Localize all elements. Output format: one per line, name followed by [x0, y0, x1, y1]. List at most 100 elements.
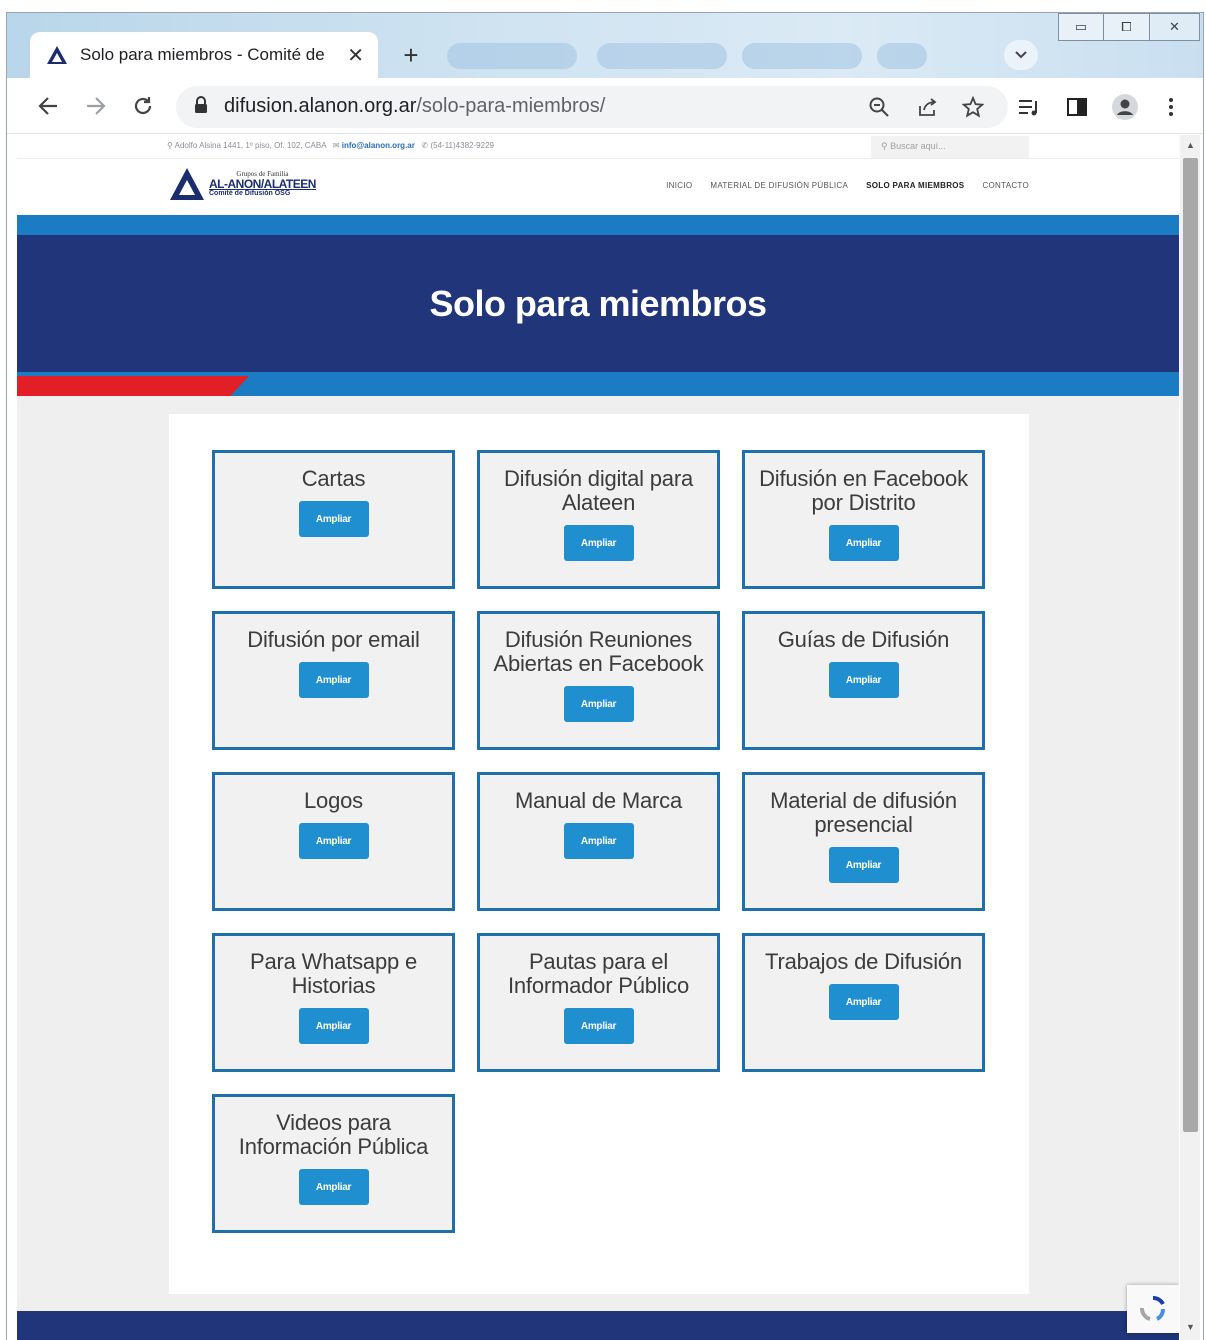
- maximize-window-button[interactable]: ⧠: [1104, 13, 1150, 41]
- ampliar-button[interactable]: Ampliar: [563, 823, 634, 859]
- resource-title: Cartas: [301, 466, 366, 491]
- content-card: Cartas Ampliar Difusión digital para Ala…: [169, 414, 1029, 1294]
- back-button[interactable]: [32, 90, 64, 122]
- alanon-triangle-icon: [47, 46, 67, 64]
- menu-item-contacto[interactable]: CONTACTO: [982, 181, 1029, 190]
- ampliar-button[interactable]: Ampliar: [298, 1169, 369, 1205]
- contact-info: ⚲ Adolfo Alsina 1441, 1º piso, Of. 102, …: [167, 141, 494, 150]
- browser-tab[interactable]: Solo para miembros - Comité de ✕: [30, 32, 378, 78]
- site-header: Grupos de Familia AL-ANON/ALATEEN Comité…: [17, 159, 1179, 215]
- site-footer: [17, 1311, 1179, 1340]
- logo-text: Grupos de Familia AL-ANON/ALATEEN Comité…: [209, 171, 316, 198]
- ampliar-button[interactable]: Ampliar: [828, 662, 899, 698]
- bookmark-button[interactable]: [958, 92, 988, 122]
- resource-card: Logos Ampliar: [212, 772, 455, 911]
- resource-card: Material de difusión presencial Ampliar: [742, 772, 985, 911]
- reload-button[interactable]: [127, 90, 159, 122]
- menu-item-solo-miembros[interactable]: SOLO PARA MIEMBROS: [866, 181, 964, 190]
- ampliar-button[interactable]: Ampliar: [828, 984, 899, 1020]
- resource-title: Difusión en Facebook por Distrito: [759, 466, 968, 515]
- forward-arrow-icon: [87, 97, 106, 115]
- minimize-window-button[interactable]: ▭: [1058, 13, 1104, 41]
- star-icon: [962, 96, 984, 118]
- resource-card: Difusión por email Ampliar: [212, 611, 455, 750]
- recaptcha-badge[interactable]: [1127, 1285, 1179, 1333]
- scrollbar-thumb[interactable]: [1183, 158, 1198, 1132]
- side-panel-button[interactable]: [1062, 92, 1092, 122]
- back-arrow-icon: [38, 97, 57, 115]
- ampliar-button[interactable]: Ampliar: [563, 1008, 634, 1044]
- resource-card: Difusión digital para Alateen Ampliar: [477, 450, 720, 589]
- side-panel-icon: [1067, 98, 1087, 116]
- recaptcha-icon: [1140, 1296, 1165, 1321]
- hero-red-accent: [17, 376, 249, 396]
- menu-item-material-difusion[interactable]: MATERIAL DE DIFUSIÓN PÚBLICA: [710, 181, 848, 190]
- resource-title: Para Whatsapp e Historias: [250, 949, 417, 998]
- main-menu: INICIO MATERIAL DE DIFUSIÓN PÚBLICA SOLO…: [666, 181, 1029, 190]
- resource-title: Videos para Información Pública: [238, 1110, 429, 1159]
- mail-icon: ✉: [332, 141, 340, 150]
- resource-card: Videos para Información Pública Ampliar: [212, 1094, 455, 1233]
- ampliar-button[interactable]: Ampliar: [298, 823, 369, 859]
- search-placeholder: Buscar aquí...: [890, 141, 946, 151]
- ampliar-button[interactable]: Ampliar: [298, 662, 369, 698]
- scroll-up-icon[interactable]: ▲: [1183, 140, 1198, 154]
- resource-card: Trabajos de Difusión Ampliar: [742, 933, 985, 1072]
- tab-close-icon[interactable]: ✕: [347, 43, 364, 68]
- tab-title: Solo para miembros - Comité de: [80, 45, 325, 64]
- forward-button[interactable]: [80, 90, 112, 122]
- resource-title: Manual de Marca: [515, 788, 682, 813]
- ampliar-button[interactable]: Ampliar: [563, 686, 634, 722]
- zoom-button[interactable]: [864, 92, 894, 122]
- chevron-down-icon: [1015, 51, 1027, 59]
- logo-main: AL-ANON/ALATEEN: [209, 177, 316, 191]
- ampliar-button[interactable]: Ampliar: [828, 847, 899, 883]
- ampliar-button[interactable]: Ampliar: [298, 1008, 369, 1044]
- menu-item-inicio[interactable]: INICIO: [666, 181, 692, 190]
- url-path: /solo-para-miembros/: [416, 95, 606, 117]
- kebab-menu-icon: [1169, 98, 1173, 116]
- resource-title: Trabajos de Difusión: [765, 949, 962, 974]
- browser-menu-button[interactable]: [1156, 92, 1186, 122]
- phone-icon: ✆: [421, 141, 429, 150]
- address-text: ⚲ Adolfo Alsina 1441, 1º piso, Of. 102, …: [167, 141, 327, 150]
- search-icon: ⚲: [881, 141, 888, 151]
- resource-card: Difusión en Facebook por Distrito Amplia…: [742, 450, 985, 589]
- zoom-out-icon: [869, 97, 889, 117]
- resource-title: Difusión por email: [247, 627, 420, 652]
- site-search-input[interactable]: ⚲ Buscar aquí...: [871, 136, 1029, 158]
- resource-title: Difusión digital para Alateen: [503, 466, 694, 515]
- site-logo[interactable]: Grupos de Familia AL-ANON/ALATEEN Comité…: [169, 167, 316, 201]
- phone-text: (54-11)4382-9229: [430, 141, 494, 150]
- url-text[interactable]: difusion.alanon.org.ar/solo-para-miembro…: [224, 95, 605, 118]
- lock-icon: [195, 96, 207, 113]
- resource-grid: Cartas Ampliar Difusión digital para Ala…: [212, 450, 987, 1233]
- ampliar-button[interactable]: Ampliar: [828, 525, 899, 561]
- resource-title: Guías de Difusión: [777, 627, 950, 652]
- tab-search-button[interactable]: [1004, 40, 1038, 70]
- url-host: difusion.alanon.org.ar: [224, 95, 417, 117]
- resource-card: Guías de Difusión Ampliar: [742, 611, 985, 750]
- resource-title: Material de difusión presencial: [770, 788, 957, 837]
- resource-title: Pautas para el Informador Público: [507, 949, 690, 998]
- window-controls: ▭ ⧠ ✕: [1058, 13, 1200, 43]
- share-button[interactable]: [912, 92, 942, 122]
- avatar-icon: [1112, 94, 1138, 120]
- ampliar-button[interactable]: Ampliar: [563, 525, 634, 561]
- resource-title: Logos: [304, 788, 363, 813]
- scroll-down-icon[interactable]: ▼: [1183, 1322, 1198, 1336]
- profile-button[interactable]: [1110, 92, 1140, 122]
- logo-sub: Comité de Difusión OSG: [209, 190, 291, 197]
- resource-card: Pautas para el Informador Público Amplia…: [477, 933, 720, 1072]
- new-tab-button[interactable]: +: [396, 40, 426, 70]
- resource-card: Cartas Ampliar: [212, 450, 455, 589]
- ampliar-button[interactable]: Ampliar: [298, 501, 369, 537]
- reload-icon: [134, 97, 152, 115]
- close-window-button[interactable]: ✕: [1150, 13, 1200, 41]
- resource-card: Para Whatsapp e Historias Ampliar: [212, 933, 455, 1072]
- reading-list-button[interactable]: [1014, 92, 1044, 122]
- email-link[interactable]: info@alanon.org.ar: [342, 141, 415, 150]
- hero-top-band: [17, 215, 1179, 235]
- resource-card: Difusión Reuniones Abiertas en Facebook …: [477, 611, 720, 750]
- site-topbar: ⚲ Adolfo Alsina 1441, 1º piso, Of. 102, …: [17, 135, 1179, 159]
